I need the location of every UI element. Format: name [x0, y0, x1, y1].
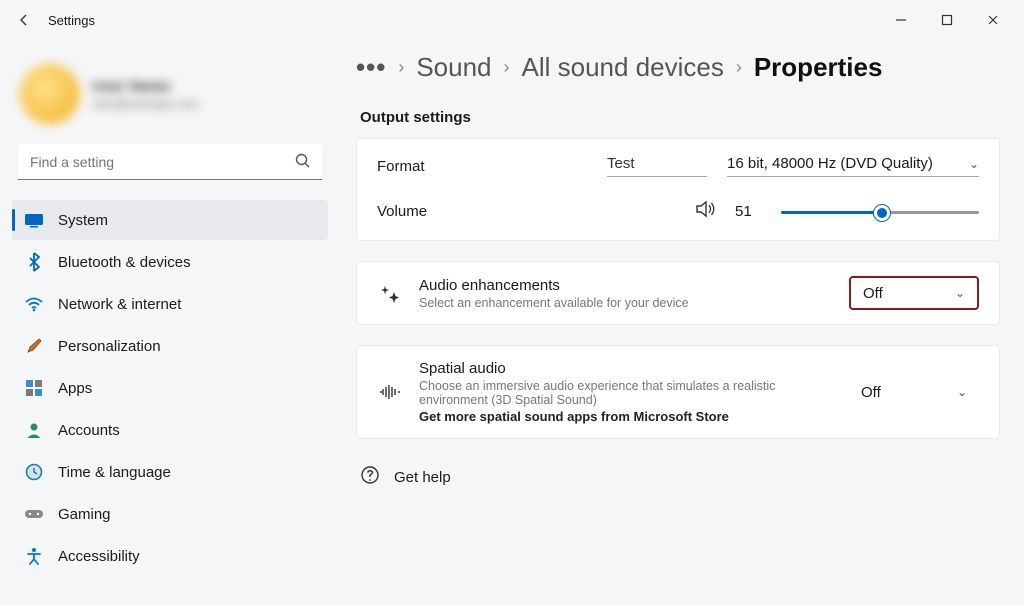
output-settings-heading: Output settings: [360, 109, 1000, 126]
breadcrumb-all-devices[interactable]: All sound devices: [522, 52, 724, 83]
sidebar-item-gaming[interactable]: Gaming: [12, 494, 328, 534]
sidebar-item-label: Network & internet: [58, 296, 181, 313]
back-button[interactable]: [8, 4, 40, 36]
output-card: Format Test 16 bit, 48000 Hz (DVD Qualit…: [356, 138, 1000, 241]
search: [18, 144, 322, 180]
sidebar-item-network[interactable]: Network & internet: [12, 284, 328, 324]
sidebar-item-label: System: [58, 212, 108, 229]
help-icon: [360, 465, 380, 489]
soundwave-icon: [377, 383, 403, 401]
person-icon: [24, 420, 44, 440]
profile[interactable]: User Name user@example.com: [12, 40, 328, 144]
clock-icon: [24, 462, 44, 482]
brush-icon: [24, 336, 44, 356]
sparkle-icon: [377, 282, 403, 304]
sidebar-item-accounts[interactable]: Accounts: [12, 410, 328, 450]
accessibility-icon: [24, 546, 44, 566]
format-select[interactable]: 16 bit, 48000 Hz (DVD Quality) ⌄: [727, 155, 979, 177]
format-label: Format: [377, 158, 587, 175]
chevron-down-icon: ⌄: [969, 157, 979, 171]
close-button[interactable]: [970, 4, 1016, 36]
get-help-link[interactable]: Get help: [356, 449, 1000, 489]
volume-value: 51: [735, 203, 763, 220]
enhancements-dropdown[interactable]: Off ⌄: [849, 276, 979, 310]
spatial-dropdown[interactable]: Off ⌄: [849, 375, 979, 409]
search-input[interactable]: [18, 144, 322, 180]
maximize-button[interactable]: [924, 4, 970, 36]
gamepad-icon: [24, 504, 44, 524]
spatial-title: Spatial audio: [419, 360, 833, 377]
volume-label: Volume: [377, 203, 677, 220]
sidebar-item-accessibility[interactable]: Accessibility: [12, 536, 328, 576]
format-value: 16 bit, 48000 Hz (DVD Quality): [727, 155, 933, 172]
sidebar-item-label: Accounts: [58, 422, 120, 439]
window-title: Settings: [48, 13, 878, 28]
sidebar-item-label: Accessibility: [58, 548, 140, 565]
system-icon: [24, 210, 44, 230]
apps-icon: [24, 378, 44, 398]
sidebar-item-system[interactable]: System: [12, 200, 328, 240]
format-test-button[interactable]: Test: [607, 155, 707, 177]
volume-slider[interactable]: [781, 202, 979, 222]
help-label: Get help: [394, 469, 451, 486]
profile-email: user@example.com: [92, 97, 199, 111]
sidebar-item-label: Apps: [58, 380, 92, 397]
chevron-right-icon: ›: [398, 57, 404, 78]
breadcrumb: ••• › Sound › All sound devices › Proper…: [356, 52, 1000, 83]
minimize-button[interactable]: [878, 4, 924, 36]
speaker-icon[interactable]: [695, 199, 717, 224]
nav: System Bluetooth & devices Network & int…: [12, 200, 328, 576]
chevron-down-icon: ⌄: [955, 286, 965, 300]
chevron-down-icon: ⌄: [957, 385, 967, 399]
spatial-desc: Choose an immersive audio experience tha…: [419, 379, 833, 407]
breadcrumb-current: Properties: [754, 52, 883, 83]
sidebar-item-bluetooth[interactable]: Bluetooth & devices: [12, 242, 328, 282]
titlebar: Settings: [0, 0, 1024, 40]
search-icon: [294, 152, 312, 175]
main-content: ••• › Sound › All sound devices › Proper…: [340, 40, 1024, 605]
slider-thumb[interactable]: [874, 205, 890, 221]
spatial-audio-card: Spatial audio Choose an immersive audio …: [356, 345, 1000, 439]
profile-name: User Name: [92, 78, 199, 95]
sidebar-item-label: Time & language: [58, 464, 171, 481]
enhancements-title: Audio enhancements: [419, 277, 833, 294]
wifi-icon: [24, 294, 44, 314]
avatar: [20, 64, 80, 124]
enhancements-desc: Select an enhancement available for your…: [419, 296, 833, 310]
sidebar-item-time[interactable]: Time & language: [12, 452, 328, 492]
chevron-right-icon: ›: [736, 57, 742, 78]
spatial-store-link[interactable]: Get more spatial sound apps from Microso…: [419, 409, 833, 424]
chevron-right-icon: ›: [504, 57, 510, 78]
sidebar-item-label: Personalization: [58, 338, 161, 355]
spatial-value: Off: [861, 384, 881, 401]
breadcrumb-sound[interactable]: Sound: [416, 52, 491, 83]
breadcrumb-more[interactable]: •••: [356, 52, 386, 83]
sidebar-item-label: Bluetooth & devices: [58, 254, 191, 271]
sidebar-item-personalization[interactable]: Personalization: [12, 326, 328, 366]
sidebar: User Name user@example.com System Blueto…: [0, 40, 340, 605]
sidebar-item-apps[interactable]: Apps: [12, 368, 328, 408]
audio-enhancements-card: Audio enhancements Select an enhancement…: [356, 261, 1000, 325]
bluetooth-icon: [24, 252, 44, 272]
sidebar-item-label: Gaming: [58, 506, 111, 523]
enhancements-value: Off: [863, 285, 883, 302]
